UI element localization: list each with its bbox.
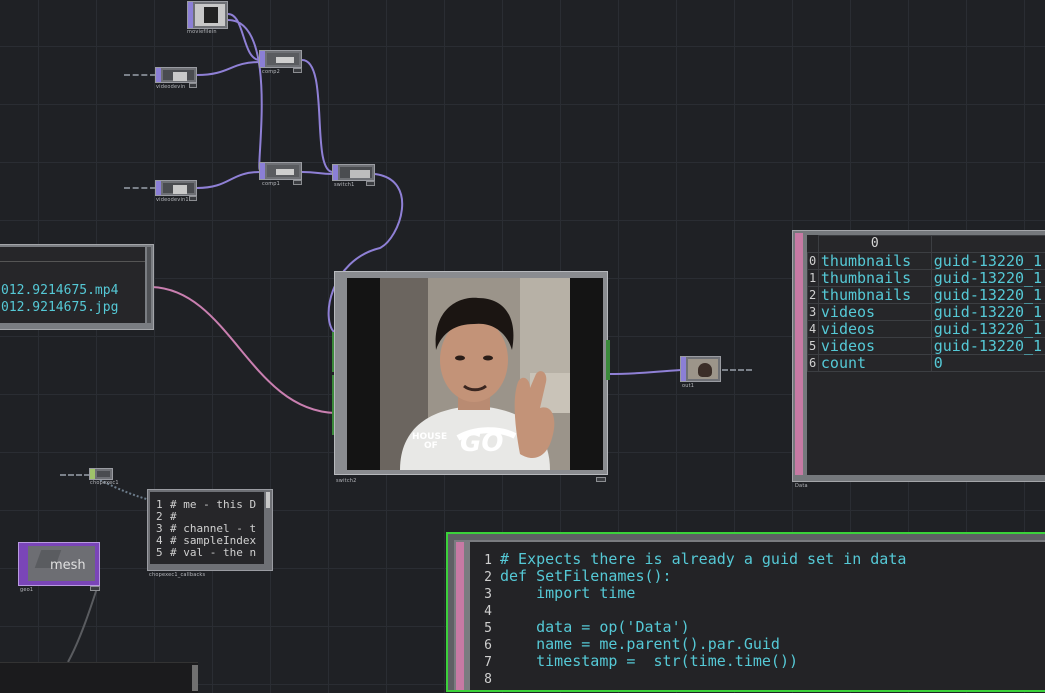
node-label: videodevin1 [156,197,189,203]
input-stub [60,474,90,476]
composite-node-1[interactable] [259,50,302,68]
node-label: out1 [682,383,694,389]
code-line: 8 [470,669,500,687]
code-line: 6 name = me.parent().par.Guid [470,635,780,653]
chop-execute-node[interactable] [89,468,113,480]
bottom-left-panel[interactable] [0,662,198,693]
table-row[interactable]: 3videosguid-13220_1 [808,304,1045,321]
node-label: chopexec1 [90,480,119,486]
table-row[interactable]: 0thumbnailsguid-13220_1 [808,253,1045,270]
output-node[interactable] [680,356,721,382]
node-label: Data [795,483,808,489]
scrollbar[interactable] [266,492,270,508]
node-label: moviefilein [187,29,217,35]
node-flag[interactable] [293,180,302,185]
code-line: 7 timestamp = str(time.time()) [470,652,798,670]
output-connector[interactable] [606,340,610,380]
node-flag[interactable] [596,477,606,482]
top-movie-node[interactable] [187,1,228,29]
video-device-node-2[interactable] [155,180,197,196]
table-row: 012.9214675.jpg [1,300,118,315]
node-label: comp2 [262,69,280,75]
node-flag[interactable] [90,586,100,591]
code-line: 2def SetFilenames(): [470,567,672,585]
code-line: 4 [470,601,500,619]
composite-node-2[interactable] [259,162,302,180]
column-header: 0 [818,236,931,253]
mesh-label: mesh [50,558,86,573]
node-label: comp1 [262,181,280,187]
code-line: 5 data = op('Data') [470,618,690,636]
node-label: videodevin [156,84,185,90]
filenames-table[interactable]: 012.9214675.mp4 012.9214675.jpg [0,244,154,330]
table-row[interactable]: 5videosguid-13220_1 [808,338,1045,355]
node-label: switch1 [334,182,355,188]
table-row[interactable]: 6count0 [808,355,1045,372]
node-label: chopexec1_callbacks [149,572,205,578]
input-stub [124,74,156,76]
video-viewer-node[interactable]: HOUSEOF GO [334,271,608,475]
video-frame: HOUSEOF GO [380,278,570,470]
data-table[interactable]: 0 0thumbnailsguid-13220_1 1thumbnailsgui… [792,230,1045,482]
code-line: 1# Expects there is already a guid set i… [470,550,906,568]
node-flag[interactable] [189,196,197,201]
table-row[interactable]: 2thumbnailsguid-13220_1 [808,287,1045,304]
chopexec-script-dat[interactable]: 1# me - this D 2# 3# channel - t 4# samp… [147,489,273,571]
video-device-node-1[interactable] [155,67,197,83]
output-stub [722,369,752,371]
input-stub [124,187,156,189]
switch-node[interactable] [332,164,375,181]
code-line: 5# val - the n [156,546,256,559]
table-row[interactable]: 4videosguid-13220_1 [808,321,1045,338]
node-label: switch2 [336,478,357,484]
code-line: 3 import time [470,584,635,602]
node-flag[interactable] [189,83,197,88]
table-row: 012.9214675.mp4 [1,283,118,298]
node-flag[interactable] [293,68,302,73]
scrollbar[interactable] [192,665,198,691]
data-table-grid: 0 0thumbnailsguid-13220_1 1thumbnailsgui… [807,235,1045,372]
node-label: geo1 [20,587,33,593]
script-editor-panel[interactable]: 1# Expects there is already a guid set i… [446,532,1045,692]
mesh-node[interactable]: mesh [18,542,100,586]
shirt-logo: GO [460,428,503,458]
shirt-text: HOUSEOF [412,433,447,451]
table-row[interactable]: 1thumbnailsguid-13220_1 [808,270,1045,287]
node-flag[interactable] [366,181,375,186]
